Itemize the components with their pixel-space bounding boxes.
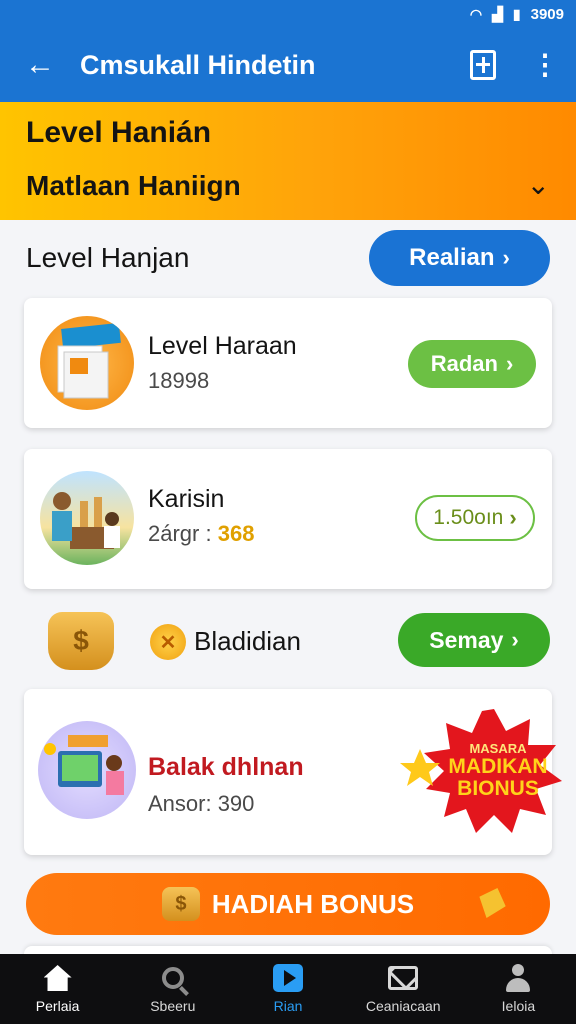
play-icon (273, 964, 303, 992)
bottom-nav: Perlaia Sbeeru Rian Ceaniacaan Ieloia (0, 954, 576, 1024)
radan-button-label: Radan (430, 351, 498, 376)
nav-item-profile[interactable]: Ieloia (461, 954, 576, 1024)
chevron-right-icon: › (505, 351, 514, 376)
banner-title: Level Hanián (26, 116, 212, 149)
search-icon (161, 967, 184, 989)
main-content: Level Hanjan Realian › Level Haraan 1899… (0, 220, 576, 966)
realian-button-label: Realian (409, 244, 495, 271)
chevron-down-icon[interactable]: ⌄ (527, 168, 550, 201)
user-icon (504, 964, 532, 992)
bonus-badge: MASARA MADIKAN BIONUS (394, 705, 566, 837)
bonus-badge-text: MASARA MADIKAN BIONUS (394, 705, 566, 837)
radan-button[interactable]: Radan › (408, 340, 536, 388)
money-bag-icon: $ (48, 612, 114, 670)
app-bar: ← Cmsukall Hindetin ⋮ (0, 28, 576, 102)
semay-button[interactable]: Semay › (398, 613, 550, 667)
status-time: 3909 (530, 5, 564, 23)
nav-label-search: Sbeeru (150, 998, 196, 1014)
home-icon (43, 965, 72, 991)
bonus-card[interactable]: Balak dhlnan Ansor: 390 MASARA MADIKAN B… (24, 689, 562, 855)
signal-icon: ▟ (492, 5, 503, 22)
nav-label-play: Rian (273, 998, 303, 1014)
nav-item-play[interactable]: Rian (230, 954, 345, 1024)
card-thumbnail (40, 316, 134, 410)
money-bag-icon: $ (161, 887, 200, 921)
badge-line-3: BIONUS (457, 776, 539, 800)
amount-button[interactable]: 1.50oın › (415, 495, 535, 541)
banner-subtitle: Matlaan Haniign (26, 170, 241, 201)
card-subtitle-value: 368 (217, 521, 255, 546)
tablet-illustration-icon (44, 735, 124, 795)
chevron-right-icon: › (509, 505, 517, 530)
kebab-menu-icon: ⋮ (531, 49, 559, 80)
coin-icon: ✕ (150, 624, 186, 660)
karisin-card[interactable]: Karisin 2árgr : 368 1.50oın › (24, 449, 552, 589)
card-subtitle-prefix: 2árgr : (148, 521, 212, 546)
nav-item-search[interactable]: Sbeeru (115, 954, 230, 1024)
app-title: Cmsukall Hindetin (80, 49, 316, 80)
amount-button-label: 1.50oın (433, 506, 504, 529)
realian-button[interactable]: Realian › (369, 230, 550, 286)
level-card[interactable]: Level Haraan 18998 Radan › (24, 298, 552, 428)
badge-line-2: MADIKAN (448, 754, 548, 778)
chevron-right-icon: › (511, 627, 519, 652)
row-label: Bladidian (194, 626, 301, 656)
documents-icon (57, 322, 121, 399)
card-subtitle: 2árgr : 368 (148, 521, 254, 547)
nav-label-home: Perlaia (35, 998, 80, 1014)
semay-button-label: Semay (429, 626, 504, 653)
calculator-icon (470, 50, 496, 80)
section-title: Level Hanjan (26, 242, 190, 273)
card-title: Karisin (148, 485, 225, 513)
nav-label-profile: Ieloia (501, 998, 536, 1014)
calculator-button[interactable] (452, 50, 514, 80)
card-title: Balak dhlnan (148, 753, 304, 781)
nav-item-home[interactable]: Perlaia (0, 954, 115, 1024)
kite-icon (473, 883, 510, 923)
back-arrow-icon[interactable]: ← (0, 50, 80, 80)
hadiah-bonus-label: HADIAH BONUS (211, 888, 415, 919)
badge-line-1: MASARA (469, 741, 527, 757)
card-thumbnail (38, 721, 136, 819)
status-bar: ◠ ▟ ▮ 3909 (0, 0, 576, 28)
more-options-button[interactable]: ⋮ (514, 51, 576, 79)
card-thumbnail (40, 471, 134, 565)
chevron-right-icon: › (502, 245, 510, 270)
card-value: 18998 (148, 368, 210, 393)
nav-item-messages[interactable]: Ceaniacaan (346, 954, 461, 1024)
card-subtitle: Ansor: 390 (148, 791, 255, 816)
mail-icon (388, 966, 419, 990)
nav-label-messages: Ceaniacaan (365, 998, 441, 1014)
card-title: Level Haraan (148, 332, 297, 360)
level-banner[interactable]: Level Hanián Matlaan Haniign ⌄ (0, 102, 576, 220)
wifi-icon: ◠ (469, 5, 483, 22)
people-illustration-icon (52, 492, 120, 549)
battery-icon: ▮ (512, 5, 521, 22)
hadiah-bonus-button[interactable]: $ HADIAH BONUS (26, 873, 550, 935)
